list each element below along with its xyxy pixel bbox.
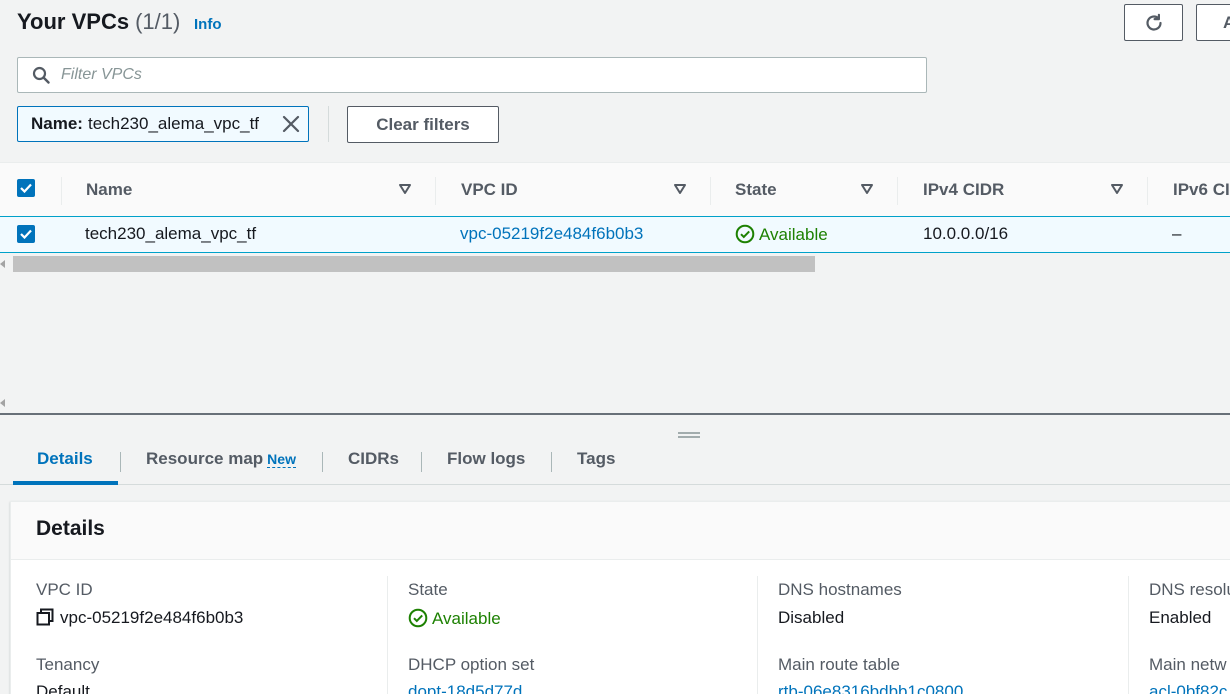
column-divider [387,576,388,694]
vpc-id-value: vpc-05219f2e484f6b0b3 [36,608,243,628]
state-label: State [408,580,448,599]
column-header-ipv4-cidr[interactable]: IPv4 CIDR [923,180,1004,200]
details-title: Details [36,517,105,540]
details-panel: Details VPC ID vpc-05219f2e484f6b0b3 Ten… [10,501,1230,694]
check-circle-icon [735,224,755,244]
column-header-ipv6-cidr[interactable]: IPv6 CI [1173,180,1230,200]
column-divider[interactable] [1147,177,1148,205]
tab-tags[interactable]: Tags [577,449,615,469]
cell-name: tech230_alema_vpc_tf [85,224,257,243]
checkmark-icon [20,183,32,193]
column-divider[interactable] [897,177,898,205]
cell-ipv4-cidr: 10.0.0.0/16 [923,224,1009,243]
details-header: Details [11,502,1230,560]
main-route-table-link[interactable]: rtb-06e8316bdbb1c0800 [778,682,963,694]
tab-separator [551,452,552,472]
dns-resolution-label: DNS resolu [1149,580,1230,599]
select-all-checkbox[interactable] [17,179,35,197]
column-divider [61,177,62,205]
token-divider [328,106,329,142]
dhcp-option-set-label: DHCP option set [408,655,535,674]
tab-cidrs[interactable]: CIDRs [348,449,399,469]
search-placeholder: Filter VPCs [61,66,142,83]
active-tab-indicator [13,481,118,485]
main-route-table-label: Main route table [778,655,900,674]
cell-state: Available [735,224,828,245]
scroll-left-arrow-icon[interactable] [0,260,6,268]
dns-hostnames-label: DNS hostnames [778,580,902,599]
main-network-acl-label: Main netw [1149,655,1227,674]
vpc-id-value-text: vpc-05219f2e484f6b0b3 [60,608,244,627]
table-row[interactable]: tech230_alema_vpc_tf vpc-05219f2e484f6b0… [0,216,1230,253]
tenancy-label: Tenancy [36,655,100,674]
search-input[interactable]: Filter VPCs [17,57,927,93]
sort-caret-icon[interactable] [673,183,687,195]
page-title-text: Your VPCs [17,9,130,34]
horizontal-scrollbar-thumb[interactable] [13,256,815,272]
tab-separator [120,452,121,472]
tabs-scroll-mask [0,415,1230,451]
table-header: Name VPC ID State IPv4 CIDR IPv6 CI [0,162,1230,216]
close-icon[interactable] [282,115,300,133]
copy-icon[interactable] [36,608,54,626]
column-header-vpc-id[interactable]: VPC ID [461,180,518,200]
clear-filters-button[interactable]: Clear filters [347,106,499,143]
cell-state-text: Available [759,225,828,244]
filter-token-value: tech230_alema_vpc_tf [87,114,260,133]
filter-token-key: Name: [31,114,83,133]
cell-vpc-id-link[interactable]: vpc-05219f2e484f6b0b3 [460,224,643,244]
sort-caret-icon[interactable] [398,183,412,195]
tab-separator [322,452,323,472]
actions-button[interactable]: A [1196,4,1230,41]
dhcp-option-set-link[interactable]: dopt-18d5d77d [408,682,522,694]
column-header-state[interactable]: State [735,180,777,200]
check-circle-icon [408,608,428,628]
dns-hostnames-value: Disabled [778,608,845,627]
column-header-name[interactable]: Name [86,180,132,200]
actions-button-label: A [1223,12,1230,32]
tab-details[interactable]: Details [37,449,93,469]
tab-separator [421,452,422,472]
cell-ipv6-cidr: – [1172,224,1182,243]
sort-caret-icon[interactable] [860,183,874,195]
column-divider[interactable] [710,177,711,205]
checkmark-icon [20,229,32,239]
column-divider[interactable] [435,177,436,205]
refresh-icon [1145,13,1162,31]
tenancy-value: Default [36,682,90,694]
search-icon [32,66,50,84]
vpc-id-label: VPC ID [36,580,93,599]
scroll-left-arrow-icon[interactable] [0,399,6,407]
row-checkbox[interactable] [17,225,35,243]
column-divider [1128,576,1129,694]
state-value-text: Available [432,609,501,628]
column-divider [757,576,758,694]
sort-caret-icon[interactable] [1110,183,1124,195]
filter-token: Name: tech230_alema_vpc_tf [17,106,309,142]
resize-handle-icon[interactable] [678,431,700,439]
info-link[interactable]: Info [194,16,222,33]
vpc-count: (1/1) [135,9,181,34]
tab-resource-map[interactable]: Resource map New [146,449,296,469]
tab-flow-logs[interactable]: Flow logs [447,449,525,469]
main-network-acl-link[interactable]: acl-0bf82c [1149,682,1227,694]
refresh-button[interactable] [1124,4,1183,41]
state-value: Available [408,608,501,629]
new-badge: New [267,451,296,468]
tab-resource-map-label: Resource map [146,449,264,468]
dns-resolution-value: Enabled [1149,608,1212,627]
page-title: Your VPCs (1/1) [17,9,180,35]
